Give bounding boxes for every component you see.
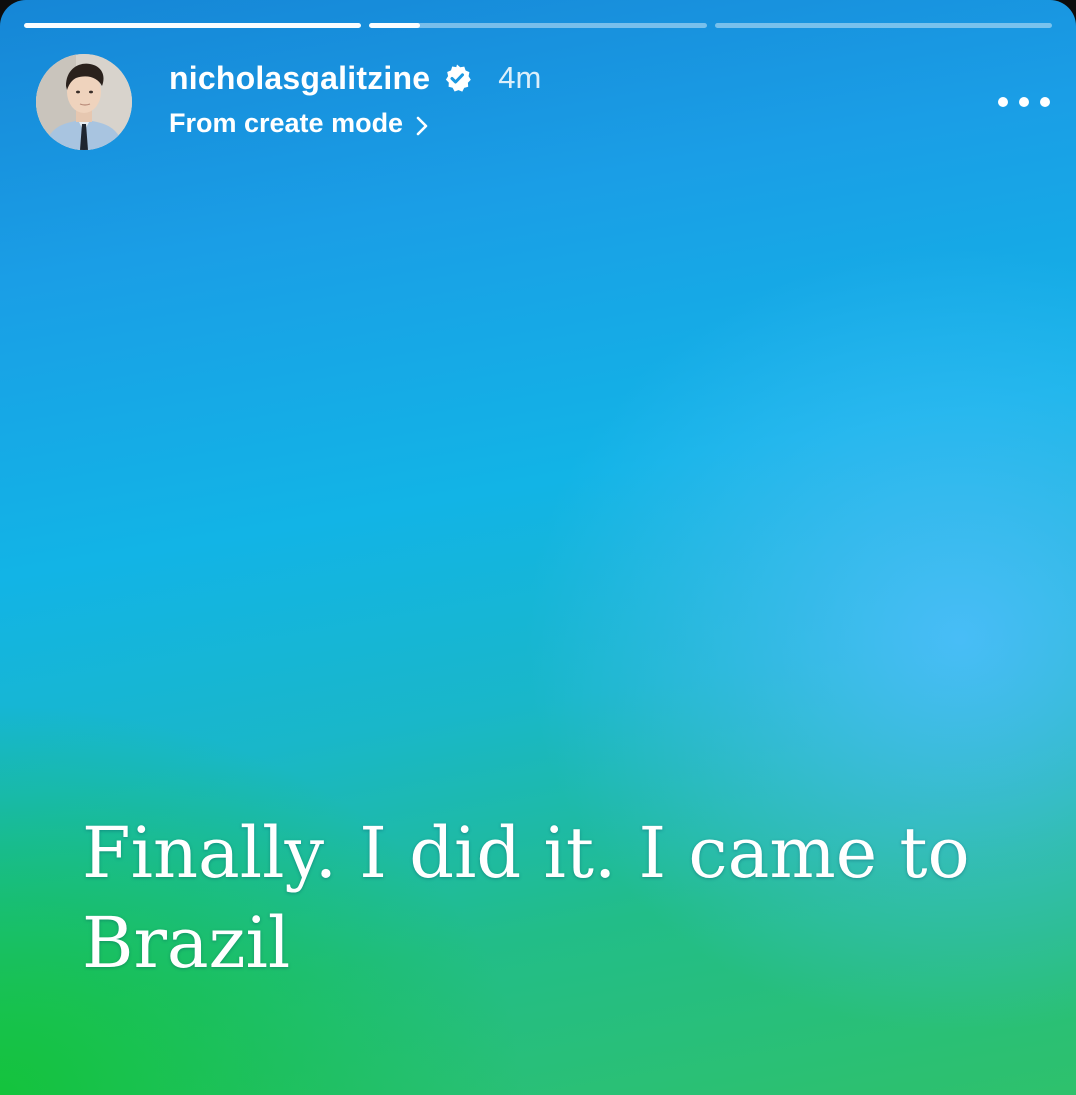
- more-dot: [1019, 97, 1029, 107]
- more-options-icon[interactable]: [998, 92, 1050, 112]
- username-row: nicholasgalitzine 4m: [169, 56, 541, 100]
- story-progress-bar: [24, 23, 1052, 29]
- username[interactable]: nicholasgalitzine: [169, 60, 430, 97]
- create-mode-link[interactable]: From create mode: [169, 108, 429, 139]
- more-dot: [1040, 97, 1050, 107]
- chevron-right-icon: [415, 113, 429, 135]
- progress-segment: [369, 23, 707, 28]
- progress-fill: [369, 23, 420, 28]
- time-ago: 4m: [498, 60, 542, 95]
- create-mode-label: From create mode: [169, 108, 404, 138]
- progress-segment: [24, 23, 362, 28]
- more-dot: [998, 97, 1008, 107]
- story-viewer[interactable]: nicholasgalitzine 4m From create mode Fi…: [0, 0, 1076, 1095]
- story-caption: Finally. I did it. I came to Brazil: [82, 812, 970, 984]
- progress-segment: [714, 23, 1052, 28]
- avatar[interactable]: [36, 54, 132, 150]
- story-header: nicholasgalitzine 4m From create mode: [36, 54, 1052, 154]
- avatar-photo: [36, 54, 132, 150]
- verified-badge-icon: [442, 63, 472, 93]
- progress-fill: [24, 23, 362, 28]
